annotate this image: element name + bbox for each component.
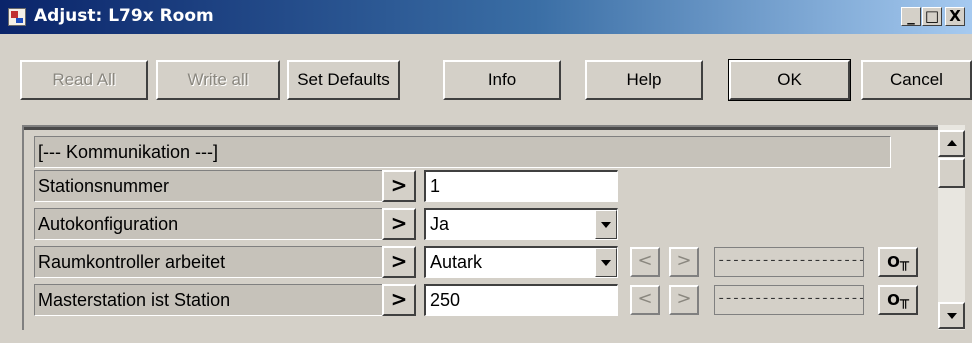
remote-value: -------------------- <box>714 285 864 315</box>
info-button[interactable]: Info <box>443 60 561 100</box>
param-arrow-button[interactable]: > <box>382 208 416 240</box>
title-bar[interactable]: Adjust: L79x Room _ □ X <box>0 0 972 34</box>
param-arrow-button[interactable]: > <box>382 246 416 278</box>
read-all-button[interactable]: Read All <box>20 60 148 100</box>
vertical-scrollbar[interactable] <box>938 125 965 330</box>
param-label: Masterstation ist Station <box>34 284 394 316</box>
autokonfiguration-select[interactable]: Ja <box>424 208 618 240</box>
param-arrow-button[interactable]: > <box>382 170 416 202</box>
chevron-down-icon[interactable] <box>595 248 617 277</box>
key-icon[interactable]: O╥ <box>878 285 918 315</box>
app-icon[interactable] <box>8 8 26 26</box>
cancel-button[interactable]: Cancel <box>861 60 972 100</box>
chevron-down-icon[interactable] <box>595 210 617 239</box>
prev-button[interactable]: < <box>630 247 660 277</box>
param-arrow-button[interactable]: > <box>382 284 416 316</box>
help-button[interactable]: Help <box>585 60 703 100</box>
select-value: Autark <box>430 252 483 272</box>
param-label: Autokonfiguration <box>34 208 394 240</box>
remote-value: -------------------- <box>714 247 864 277</box>
panel-top-border <box>24 127 938 130</box>
minimize-button[interactable]: _ <box>901 7 921 26</box>
next-button[interactable]: > <box>669 285 699 315</box>
stationsnummer-input[interactable]: 1 <box>424 170 618 202</box>
set-defaults-button[interactable]: Set Defaults <box>287 60 400 100</box>
next-button[interactable]: > <box>669 247 699 277</box>
param-label: Stationsnummer <box>34 170 394 202</box>
ok-button[interactable]: OK <box>728 59 851 101</box>
write-all-button[interactable]: Write all <box>156 60 280 100</box>
close-button[interactable]: X <box>945 7 965 26</box>
masterstation-input[interactable]: 250 <box>424 284 618 316</box>
section-header: [--- Kommunikation ---] <box>34 136 891 168</box>
scroll-thumb[interactable] <box>938 158 965 188</box>
param-label: Raumkontroller arbeitet <box>34 246 394 278</box>
maximize-button[interactable]: □ <box>922 7 942 26</box>
prev-button[interactable]: < <box>630 285 660 315</box>
key-icon[interactable]: O╥ <box>878 247 918 277</box>
window-title: Adjust: L79x Room <box>34 6 214 26</box>
parameter-panel: [--- Kommunikation ---] Stationsnummer >… <box>22 125 938 330</box>
raumkontroller-select[interactable]: Autark <box>424 246 618 278</box>
select-value: Ja <box>430 214 450 234</box>
scroll-down-button[interactable] <box>938 302 965 329</box>
scroll-up-button[interactable] <box>938 130 965 157</box>
